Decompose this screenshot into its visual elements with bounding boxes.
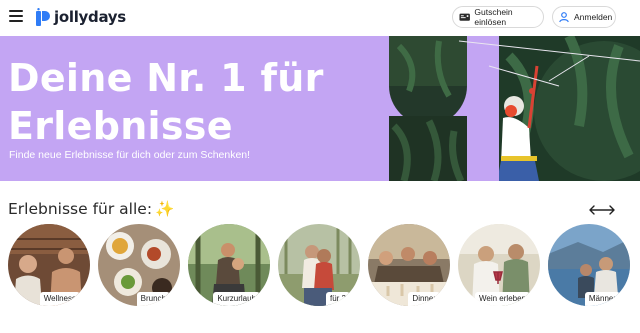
category-label: für 2 bbox=[325, 292, 350, 306]
hero-title-line-2: Erlebnisse bbox=[8, 104, 233, 148]
hamburger-menu-icon[interactable] bbox=[9, 10, 23, 22]
category-brunch[interactable]: Brunch bbox=[98, 224, 180, 306]
redeem-voucher-button[interactable]: Gutschein einlösen bbox=[452, 6, 544, 28]
category-dinner[interactable]: Dinner bbox=[368, 224, 450, 306]
login-button[interactable]: Anmelden bbox=[552, 6, 616, 28]
hero-subtitle: Finde neue Erlebnisse für dich oder zum … bbox=[9, 149, 251, 161]
category-maenner[interactable]: Männer bbox=[548, 224, 630, 306]
logo-mark-icon bbox=[36, 8, 50, 26]
section-title: Erlebnisse für alle: ✨ bbox=[8, 200, 174, 218]
hero-title: Deine Nr. 1 für Erlebnisse bbox=[8, 54, 324, 150]
section-title-text: Erlebnisse für alle: bbox=[8, 200, 153, 218]
category-label: Wellness bbox=[39, 292, 80, 306]
category-fuer-2[interactable]: für 2 bbox=[278, 224, 360, 306]
category-label: Dinner bbox=[408, 292, 440, 306]
user-icon bbox=[559, 12, 569, 23]
category-label: Wein erleben bbox=[475, 292, 530, 306]
category-wellness[interactable]: Wellness bbox=[8, 224, 90, 306]
left-right-arrows-icon[interactable] bbox=[589, 204, 615, 216]
category-carousel: Wellness Brunch Kurzurlaub für 2 Dinner … bbox=[0, 224, 640, 310]
gift-card-icon bbox=[459, 13, 470, 21]
redeem-voucher-label: Gutschein einlösen bbox=[474, 7, 513, 27]
login-label: Anmelden bbox=[574, 12, 613, 22]
logo-text: jollydays bbox=[54, 8, 126, 26]
category-label: Brunch bbox=[136, 292, 170, 306]
top-header: jollydays Gutschein einlösen Anmelden bbox=[0, 0, 640, 36]
sparkles-icon: ✨ bbox=[155, 200, 175, 218]
category-kurzurlaub[interactable]: Kurzurlaub bbox=[188, 224, 270, 306]
hero-banner[interactable]: Deine Nr. 1 für Erlebnisse Finde neue Er… bbox=[0, 36, 640, 181]
hero-zipline-photo bbox=[389, 36, 640, 181]
jollydays-logo[interactable]: jollydays bbox=[36, 6, 126, 28]
hero-title-line-1: Deine Nr. 1 für bbox=[8, 56, 324, 100]
category-wein-erleben[interactable]: Wein erleben bbox=[458, 224, 540, 306]
category-label: Männer bbox=[584, 292, 620, 306]
category-label: Kurzurlaub bbox=[213, 292, 260, 306]
